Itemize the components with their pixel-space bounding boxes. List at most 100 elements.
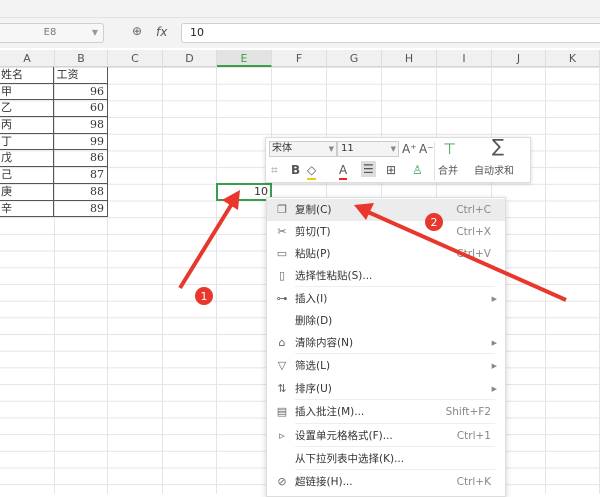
table-row: 己 87 (0, 167, 107, 184)
menu-separator (295, 423, 495, 424)
ribbon-bar (0, 0, 600, 18)
menu-item-8[interactable]: ▽ 筛选(L) ▶ (267, 355, 505, 377)
name-cell[interactable]: 丙 (0, 117, 55, 133)
submenu-arrow-icon: ▶ (491, 362, 497, 370)
menu-item-13[interactable]: ⊘ 超链接(H)... Ctrl+K (267, 471, 505, 493)
table-row: 辛 89 (0, 200, 107, 218)
format-cells-icon: ▹ (279, 429, 285, 442)
menu-item-label: 选择性粘贴(S)... (295, 270, 373, 282)
menu-separator (295, 469, 495, 470)
table-row: 丁 99 (0, 133, 107, 151)
active-cell-e8[interactable]: 10 (216, 183, 272, 201)
menu-item-shortcut: Shift+F2 (445, 406, 491, 418)
name-cell[interactable]: 丁 (0, 133, 55, 150)
font-value: 宋体 (272, 143, 292, 154)
header-salary[interactable]: 工资 (54, 67, 107, 83)
font-size-select[interactable]: 11 ▼ (337, 141, 399, 157)
context-menu: ❐ 复制(C) Ctrl+C ✂ 剪切(T) Ctrl+X ▭ 粘贴(P) Ctrl+V ▯ 选择性… (266, 197, 506, 497)
column-header-g[interactable]: G (327, 50, 382, 67)
paste-special-icon: ▯ (278, 269, 286, 282)
menu-item-6[interactable]: 删除(D) (267, 310, 505, 332)
salary-cell[interactable]: 60 (54, 100, 107, 116)
column-header-k[interactable]: K (546, 50, 600, 67)
chevron-down-icon: ▼ (328, 145, 334, 153)
header-name[interactable]: 姓名 (0, 67, 55, 83)
column-header-h[interactable]: H (382, 50, 437, 67)
chevron-down-icon[interactable]: ▼ (92, 24, 98, 42)
salary-cell[interactable]: 98 (54, 117, 107, 133)
grid-line (216, 67, 217, 494)
fx-icon[interactable]: fx (156, 25, 167, 39)
submenu-arrow-icon: ▶ (491, 385, 497, 393)
menu-separator (295, 399, 495, 400)
name-cell[interactable]: 甲 (0, 83, 55, 100)
bold-button[interactable]: B (291, 162, 300, 178)
column-header-d[interactable]: D (163, 50, 217, 67)
autosum-button[interactable]: 自动求和 (474, 164, 514, 180)
column-header-j[interactable]: J (492, 50, 546, 67)
menu-separator (295, 286, 495, 287)
salary-cell[interactable]: 86 (54, 150, 107, 166)
scissors-icon: ✂ (277, 225, 287, 238)
name-cell[interactable]: 辛 (0, 200, 55, 217)
menu-item-label: 删除(D) (295, 315, 333, 327)
fill-color-icon[interactable]: ◇ (307, 162, 317, 180)
decrease-font-icon[interactable]: A⁻ (419, 141, 434, 157)
column-header-i[interactable]: I (437, 50, 492, 67)
insert-icon: ⊶ (276, 292, 288, 305)
column-header-b[interactable]: B (55, 50, 108, 67)
column-header-a[interactable]: A (0, 50, 55, 67)
sum-icon[interactable]: ∑ (492, 138, 504, 156)
merge-icon[interactable]: ⊤ (443, 141, 456, 157)
merge-button[interactable]: 合并 (438, 164, 458, 180)
menu-item-11[interactable]: ▹ 设置单元格格式(F)... Ctrl+1 (267, 425, 505, 447)
border-icon[interactable]: ⊞ (386, 162, 396, 178)
menu-item-shortcut: Ctrl+X (456, 226, 491, 238)
menu-item-label: 超链接(H)... (295, 476, 353, 488)
salary-cell[interactable]: 99 (54, 134, 107, 150)
menu-item-2[interactable]: ✂ 剪切(T) Ctrl+X (267, 221, 505, 243)
clear-format-icon[interactable]: ♙ (412, 162, 423, 178)
mini-toolbar: 宋体 ▼ 11 ▼ A⁺ A⁻ ⌗ B ◇ A ☰ ⊞ ♙ ⊤ 合并 ∑ 自动求和 (265, 137, 531, 183)
data-table: 姓名 工资 甲 96 乙 60 丙 98 丁 99 戊 86 己 87 庚 88 辛 89 (0, 67, 108, 218)
menu-item-label: 剪切(T) (295, 226, 331, 238)
name-cell[interactable]: 己 (0, 167, 55, 183)
table-row: 戊 86 (0, 150, 107, 168)
menu-item-4[interactable]: ▯ 选择性粘贴(S)... (267, 265, 505, 287)
zoom-icon[interactable]: ⊕ (132, 24, 142, 38)
name-box-value: E8 (43, 27, 57, 38)
column-header-f[interactable]: F (272, 50, 327, 67)
name-cell[interactable]: 庚 (0, 183, 55, 200)
menu-item-label: 插入批注(M)... (295, 406, 365, 418)
font-color-button[interactable]: A (339, 162, 348, 180)
format-painter-icon[interactable]: ⌗ (271, 162, 278, 178)
salary-cell[interactable]: 89 (54, 201, 107, 217)
salary-cell[interactable]: 96 (54, 84, 107, 100)
chevron-down-icon: ▼ (390, 145, 396, 153)
filter-icon: ▽ (277, 359, 287, 372)
menu-separator (295, 353, 495, 354)
formula-input[interactable]: 10 (181, 23, 600, 43)
column-header-e[interactable]: E (217, 50, 272, 67)
menu-item-10[interactable]: ▤ 插入批注(M)... Shift+F2 (267, 401, 505, 423)
menu-item-shortcut: Ctrl+K (456, 476, 491, 488)
menu-item-5[interactable]: ⊶ 插入(I) ▶ (267, 288, 505, 310)
menu-item-label: 筛选(L) (295, 360, 331, 372)
salary-cell[interactable]: 88 (54, 184, 107, 200)
table-row: 庚 88 (0, 183, 107, 201)
menu-item-3[interactable]: ▭ 粘贴(P) Ctrl+V (267, 243, 505, 265)
table-header-row: 姓名 工资 (0, 67, 107, 84)
name-cell[interactable]: 戊 (0, 150, 55, 167)
increase-font-icon[interactable]: A⁺ (402, 141, 417, 157)
menu-item-9[interactable]: ⇅ 排序(U) ▶ (267, 378, 505, 400)
column-header-c[interactable]: C (108, 50, 163, 67)
name-box[interactable]: E8 ▼ (0, 23, 104, 43)
menu-item-12[interactable]: 从下拉列表中选择(K)... (267, 448, 505, 470)
name-cell[interactable]: 乙 (0, 100, 55, 117)
align-icon[interactable]: ☰ (361, 161, 376, 177)
salary-cell[interactable]: 87 (54, 167, 107, 183)
menu-item-1[interactable]: ❐ 复制(C) Ctrl+C (267, 199, 505, 221)
menu-item-label: 清除内容(N) (295, 337, 354, 349)
font-select[interactable]: 宋体 ▼ (269, 141, 337, 157)
menu-item-7[interactable]: ⌂ 清除内容(N) ▶ (267, 332, 505, 354)
